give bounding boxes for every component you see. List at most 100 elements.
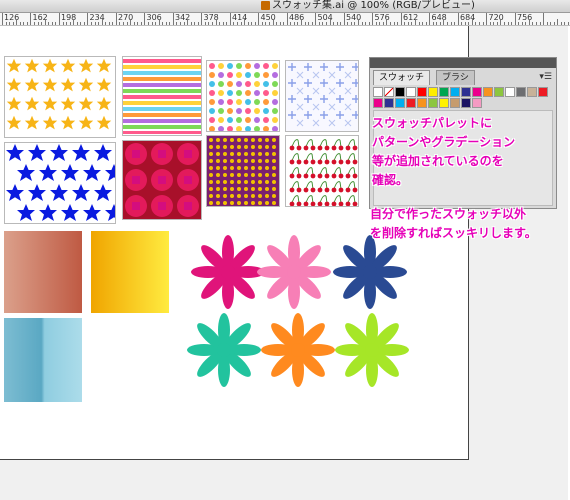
- ruler-tick: [550, 22, 552, 25]
- swatch-cell[interactable]: [395, 98, 405, 108]
- ruler-tick: [19, 22, 21, 25]
- ruler-tick: [486, 13, 488, 25]
- swatch-cell[interactable]: [439, 87, 449, 97]
- swatch-cell[interactable]: [417, 98, 427, 108]
- ruler-tick: [425, 22, 427, 25]
- swatch-cell[interactable]: [406, 98, 416, 108]
- ruler-tick: [48, 22, 50, 25]
- ruler-tick: [169, 22, 171, 25]
- ruler-tick: [41, 22, 43, 25]
- ruler-tick: [147, 22, 149, 25]
- ruler-label: 648: [431, 13, 447, 22]
- orange-star-pattern: [6, 58, 112, 130]
- ruler-tick: [511, 22, 513, 25]
- flower-lime[interactable]: [335, 313, 409, 387]
- ruler-tick: [276, 22, 278, 25]
- ruler-tick: [215, 19, 217, 25]
- swatch-cell[interactable]: [373, 98, 383, 108]
- ruler-tick: [311, 22, 313, 25]
- ruler-tick: [269, 22, 270, 25]
- ruler-tick: [536, 22, 537, 25]
- circle-pattern-swatch[interactable]: [122, 140, 202, 220]
- ruler-tick: [518, 22, 520, 25]
- ruler-tick: [354, 22, 356, 25]
- ruler-tick: [151, 22, 153, 25]
- ruler-tick: [471, 19, 473, 25]
- ruler-tick: [482, 22, 484, 25]
- swatch-cell[interactable]: [472, 98, 482, 108]
- panel-header-bar[interactable]: [370, 58, 556, 68]
- swatch-cell[interactable]: [417, 87, 427, 97]
- swatch-cell[interactable]: [483, 87, 493, 97]
- ruler-tick: [66, 22, 68, 25]
- star-pattern-swatch-orange[interactable]: [4, 56, 116, 138]
- annotation-delete-tip: 自分で作ったスウォッチ以外 を削除すればスッキリします。: [370, 205, 537, 243]
- swatch-cell[interactable]: [428, 98, 438, 108]
- stripe-pattern-swatch[interactable]: [122, 56, 202, 136]
- ruler-tick: [539, 22, 541, 25]
- flower-magenta[interactable]: [191, 235, 265, 309]
- swatch-cell[interactable]: [384, 98, 394, 108]
- ruler-tick: [130, 19, 132, 25]
- ruler-tick: [507, 22, 509, 25]
- ruler-tick: [382, 22, 384, 25]
- swatch-cell[interactable]: [472, 87, 482, 97]
- panel-menu-icon[interactable]: ▾☰: [539, 72, 552, 82]
- ruler-tick: [183, 22, 185, 25]
- annotation-line: 自分で作ったスウォッチ以外: [370, 207, 527, 221]
- ruler-tick: [112, 22, 114, 25]
- ruler-tick: [429, 13, 431, 25]
- swatch-cell[interactable]: [461, 98, 471, 108]
- swatch-cell[interactable]: [439, 98, 449, 108]
- ruler-tick: [98, 22, 100, 25]
- salmon-gradient-swatch[interactable]: [4, 231, 82, 313]
- yellow-gradient-swatch[interactable]: [91, 231, 169, 313]
- ruler-tick: [126, 22, 128, 25]
- ruler-tick: [368, 22, 370, 25]
- swatch-cell[interactable]: [450, 87, 460, 97]
- ruler-tick: [73, 19, 75, 25]
- ruler-tick: [158, 19, 160, 25]
- swatch-cell[interactable]: [406, 87, 416, 97]
- flower-orange[interactable]: [261, 313, 335, 387]
- ruler-tick: [514, 13, 516, 25]
- tab-brushes[interactable]: ブラシ: [436, 70, 475, 85]
- ruler-tick: [201, 13, 203, 25]
- ruler-tick: [436, 22, 438, 25]
- swatch-cell[interactable]: [516, 87, 526, 97]
- swatch-cell[interactable]: [494, 87, 504, 97]
- swatch-cell[interactable]: [461, 87, 471, 97]
- ruler-tick: [553, 22, 555, 25]
- swatch-cell[interactable]: [395, 87, 405, 97]
- ruler-tick: [165, 22, 167, 25]
- swatch-cell[interactable]: [538, 87, 548, 97]
- ruler-tick: [240, 22, 242, 25]
- ruler-tick: [475, 22, 477, 25]
- horizontal-ruler[interactable]: 126 162 198 234 270 306 342 378 414 450 486 504 540 5…: [0, 13, 570, 26]
- ruler-tick: [30, 13, 32, 25]
- flower-teal[interactable]: [187, 313, 261, 387]
- swatch-cell[interactable]: [373, 87, 383, 97]
- swatch-cell[interactable]: [450, 98, 460, 108]
- ruler-tick: [108, 22, 110, 25]
- swatch-cell[interactable]: [505, 87, 515, 97]
- swatch-cell[interactable]: [384, 87, 394, 97]
- ruler-tick: [190, 22, 192, 25]
- dots-pattern-swatch[interactable]: [206, 60, 280, 132]
- flower-navy[interactable]: [333, 235, 407, 309]
- tab-swatches[interactable]: スウォッチ: [373, 70, 431, 85]
- polka-dot-pattern-swatch[interactable]: [206, 135, 280, 207]
- star-pattern-swatch-blue[interactable]: [4, 142, 116, 224]
- cross-pattern-swatch[interactable]: [285, 60, 359, 132]
- swatch-cell[interactable]: [527, 87, 537, 97]
- blue-gradient-swatch[interactable]: [4, 318, 82, 402]
- ruler-tick: [439, 22, 441, 25]
- ruler-tick: [83, 22, 85, 25]
- swatch-cell[interactable]: [428, 87, 438, 97]
- cherry-pattern-swatch[interactable]: [285, 135, 359, 207]
- ruler-tick: [386, 19, 388, 25]
- ruler-label: 756: [517, 13, 533, 22]
- ruler-tick: [546, 22, 548, 25]
- ruler-tick: [76, 22, 78, 25]
- flower-pink[interactable]: [257, 235, 331, 309]
